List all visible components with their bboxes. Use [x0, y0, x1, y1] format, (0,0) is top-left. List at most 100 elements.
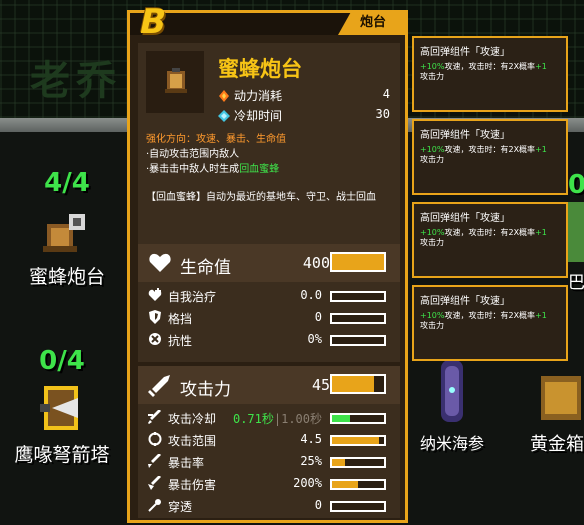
stat-row-pierce: 穿透 0 — [138, 496, 400, 516]
desc-end: 攻击力 — [420, 238, 444, 247]
crossbow-tower-icon — [34, 380, 90, 436]
desc-text: 攻速，攻击时：有2X概率 — [444, 145, 536, 154]
unit-count: 4/4 — [44, 168, 90, 198]
attack-bar — [330, 374, 386, 394]
stat-bar — [330, 313, 386, 324]
desc-end: 攻击力 — [420, 155, 444, 164]
stat-value: 200% — [293, 476, 322, 490]
heal-bee-note: 【回血蜜蜂】自动为最近的基地车、守卫、战士回血 — [146, 192, 376, 203]
heal-bee-keyword: 回血蜜蜂 — [239, 164, 280, 175]
desc-bonus-2: +1 — [535, 145, 547, 154]
heal-icon — [148, 288, 162, 302]
unit-card-bee-turret[interactable]: 4/4 蜜蜂炮台 — [8, 168, 126, 289]
cooldown-time-row: 冷却时间 30 — [218, 107, 390, 124]
desc-bonus: +10% — [420, 62, 445, 71]
unit-card-gold-box[interactable]: 黄金箱 — [526, 352, 584, 456]
stat-value: 4.5 — [300, 432, 322, 446]
unit-detail-panel: B 炮台 蜜蜂炮台 动力消耗 4 冷却时间 30 强化方向：攻速、暴击、生命值 … — [127, 2, 408, 523]
stat-label: 自我治疗 — [168, 290, 217, 304]
crit-rate-icon — [148, 453, 162, 468]
stat-bar — [330, 501, 386, 512]
stat-value: 25% — [300, 454, 322, 468]
unit-count: 0/4 — [39, 346, 85, 376]
health-bar — [330, 252, 386, 272]
component-card[interactable]: 高回弹组件「攻速」 +10%攻速，攻击时：有2X概率+1 攻击力 — [412, 119, 568, 195]
bee-turret-icon — [39, 202, 95, 258]
energy-cost-row: 动力消耗 4 — [218, 87, 390, 104]
health-section: 生命值 400 自我治疗 0.0 格挡 0 抗性 0% — [138, 244, 400, 362]
cooldown-value: 30 — [375, 107, 390, 121]
desc-end: 攻击力 — [420, 321, 444, 330]
upgrade-direction: 强化方向：攻速、暴击、生命值 — [146, 134, 286, 145]
component-desc: +10%攻速，攻击时：有2X概率+1 攻击力 — [420, 311, 566, 331]
grade-badge: B — [135, 2, 171, 42]
attack-value: 45 — [311, 376, 330, 394]
cooldown-label: 冷却时间 — [234, 109, 283, 123]
stat-value: 0% — [307, 332, 322, 346]
stat-bar — [330, 435, 386, 446]
attack-header: 攻击力 45 — [138, 366, 400, 404]
component-card[interactable]: 高回弹组件「攻速」 +10%攻速，攻击时：有2X概率+1 攻击力 — [412, 202, 568, 278]
health-header: 生命值 400 — [138, 244, 400, 282]
component-desc: +10%攻速，攻击时：有2X概率+1 攻击力 — [420, 228, 566, 248]
stat-row-block: 格挡 0 — [138, 308, 400, 328]
stat-value: 0.0 — [300, 288, 322, 302]
cooldown-icon — [148, 409, 162, 424]
stat-value: 0.71秒|1.00秒 — [233, 410, 322, 427]
stat-label: 攻击范围 — [168, 434, 217, 448]
range-icon — [148, 432, 162, 446]
ability-line-1: ·自动攻击范围内敌人 — [146, 149, 240, 160]
health-title: 生命值 — [180, 258, 231, 278]
desc-text: 攻速，攻击时：有2X概率 — [444, 228, 536, 237]
energy-label: 动力消耗 — [234, 89, 283, 103]
component-desc: +10%攻速，攻击时：有2X概率+1 攻击力 — [420, 62, 566, 82]
component-card[interactable]: 高回弹组件「攻速」 +10%攻速，攻击时：有2X概率+1 攻击力 — [412, 36, 568, 112]
stat-label: 穿透 — [168, 500, 193, 514]
stat-label: 攻击冷却 — [168, 412, 217, 426]
unit-count: 0 — [568, 170, 584, 200]
stat-bar — [330, 413, 386, 424]
desc-text: 攻速，攻击时：有2X概率 — [444, 62, 536, 71]
stat-label: 暴击伤害 — [168, 478, 217, 492]
stat-value: 0 — [314, 310, 322, 324]
unit-title: 蜜蜂炮台 — [218, 57, 302, 81]
background-title: 老乔 — [30, 58, 122, 104]
stat-value: 0 — [314, 498, 322, 512]
component-title: 高回弹组件「攻速」 — [420, 213, 510, 224]
desc-end: 攻击力 — [420, 72, 444, 81]
attack-title: 攻击力 — [180, 380, 231, 400]
stat-bar-fill — [332, 481, 358, 488]
desc-bonus-2: +1 — [535, 311, 547, 320]
bee-turret-icon — [146, 51, 204, 113]
sword-icon — [148, 373, 172, 397]
unit-name: 蜜蜂炮台 — [28, 266, 105, 288]
heart-icon — [148, 251, 172, 275]
unit-name: 鹰喙弩箭塔 — [14, 444, 110, 466]
stat-row-crit-damage: 暴击伤害 200% — [138, 474, 400, 494]
partial-unit-icon — [568, 202, 584, 262]
energy-icon — [218, 90, 230, 102]
component-title: 高回弹组件「攻速」 — [420, 130, 510, 141]
desc-bonus: +10% — [420, 311, 445, 320]
component-desc: +10%攻速，攻击时：有2X概率+1 攻击力 — [420, 145, 566, 165]
health-value: 400 — [302, 254, 330, 272]
stat-bar — [330, 457, 386, 468]
stat-row-attack-cooldown: 攻击冷却 0.71秒|1.00秒 — [138, 408, 400, 428]
unit-card-partial[interactable]: 0 巴 — [568, 170, 584, 293]
desc-bonus: +10% — [420, 228, 445, 237]
gold-box-icon — [533, 356, 583, 426]
desc-text: 攻速，攻击时：有2X概率 — [444, 311, 536, 320]
component-card[interactable]: 高回弹组件「攻速」 +10%攻速，攻击时：有2X概率+1 攻击力 — [412, 285, 568, 361]
sea-cucumber-icon — [427, 356, 477, 426]
stat-label: 暴击率 — [168, 456, 205, 470]
stat-row-self-heal: 自我治疗 0.0 — [138, 286, 400, 306]
unit-card-crossbow-tower[interactable]: 0/4 鹰喙弩箭塔 — [0, 346, 124, 467]
stat-bar-fill — [332, 437, 379, 444]
unit-info-box: 蜜蜂炮台 动力消耗 4 冷却时间 30 强化方向：攻速、暴击、生命值 ·自动攻击… — [138, 43, 400, 244]
unit-card-nano-sea-cucumber[interactable]: 纳米海参 — [406, 352, 498, 454]
current-value: 0.71秒 — [232, 412, 274, 426]
desc-bonus-2: +1 — [535, 62, 547, 71]
energy-value: 4 — [382, 87, 390, 101]
stat-bar-fill — [332, 459, 345, 466]
unit-name: 巴 — [568, 273, 584, 293]
